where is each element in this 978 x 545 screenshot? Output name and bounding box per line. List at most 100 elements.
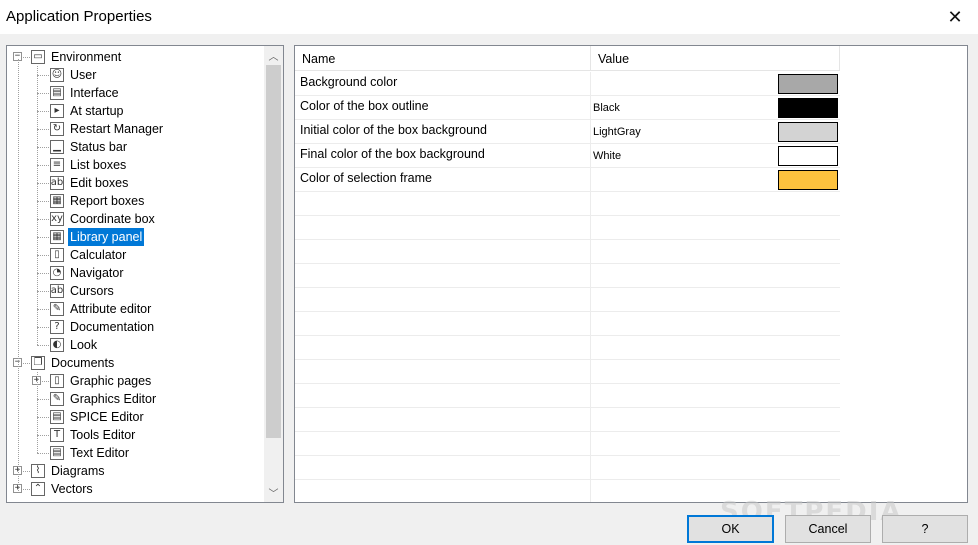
tree-item-status-bar[interactable]: ▁ Status bar [7, 138, 265, 156]
tree-item-spice-editor[interactable]: ▤ SPICE Editor [7, 408, 265, 426]
tree-item-at-startup[interactable]: ▸ At startup [7, 102, 265, 120]
tree-item-documents[interactable]: − ❐ Documents [7, 354, 265, 372]
empty-row [295, 336, 840, 360]
category-tree[interactable]: − ▭ Environment ☺ User ▤ Interface ▸ At startup ↻… [6, 45, 284, 503]
interface-icon: ▤ [50, 86, 64, 100]
restart-icon: ↻ [50, 122, 64, 136]
tree-item-graphics-editor[interactable]: ✎ Graphics Editor [7, 390, 265, 408]
user-icon: ☺ [50, 68, 64, 82]
scroll-up-icon[interactable]: ︿ [264, 47, 283, 64]
empty-row [295, 312, 840, 336]
tree-connector [37, 183, 49, 184]
empty-cell [295, 288, 591, 311]
tree-item-attribute-editor[interactable]: ✎ Attribute editor [7, 300, 265, 318]
cancel-button[interactable]: Cancel [785, 515, 871, 543]
column-header-value[interactable]: Value [591, 46, 840, 70]
property-row[interactable]: Color of selection frame [295, 168, 840, 192]
color-swatch[interactable] [778, 146, 838, 166]
property-grid[interactable]: Name Value Background color Color of the … [294, 45, 968, 503]
spice-editor-icon: ▤ [50, 410, 64, 424]
tree-item-label: SPICE Editor [70, 410, 144, 424]
tree-item-text-editor[interactable]: ▤ Text Editor [7, 444, 265, 462]
empty-row [295, 216, 840, 240]
tree-item-edit-boxes[interactable]: ab Edit boxes [7, 174, 265, 192]
color-swatch[interactable] [778, 122, 838, 142]
tree-item-label: User [70, 68, 97, 82]
tree-item-label: Documents [51, 356, 115, 370]
column-header-name[interactable]: Name [295, 46, 591, 70]
close-button[interactable]: ✕ [932, 0, 978, 34]
property-value-cell[interactable] [591, 168, 840, 191]
property-value-cell[interactable] [591, 72, 840, 95]
tools-editor-icon: T [50, 428, 64, 442]
tree-item-calculator[interactable]: ▯ Calculator [7, 246, 265, 264]
tree-connector [37, 345, 49, 346]
tree-scrollbar[interactable]: ︿ ﹀ [264, 46, 283, 502]
color-swatch[interactable] [778, 74, 838, 94]
property-row[interactable]: Final color of the box background White [295, 144, 840, 168]
tree-guide [37, 66, 38, 345]
empty-row [295, 408, 840, 432]
color-swatch[interactable] [778, 98, 838, 118]
property-value-cell[interactable]: Black [591, 96, 840, 119]
empty-cell [295, 192, 591, 215]
tree-item-graphic-pages[interactable]: + ▯ Graphic pages [7, 372, 265, 390]
empty-row [295, 264, 840, 288]
tree-item-label: Navigator [70, 266, 124, 280]
tree-item-look[interactable]: ◐ Look [7, 336, 265, 354]
ok-button[interactable]: OK [687, 515, 774, 543]
tree-item-report-boxes[interactable]: ▦ Report boxes [7, 192, 265, 210]
tree-connector [37, 309, 49, 310]
color-swatch[interactable] [778, 170, 838, 190]
window-title: Application Properties [6, 8, 152, 25]
property-row[interactable]: Color of the box outline Black [295, 96, 840, 120]
tree-item-environment[interactable]: − ▭ Environment [7, 48, 265, 66]
empty-row [295, 288, 840, 312]
property-value: White [593, 150, 622, 162]
tree-item-label: Diagrams [51, 464, 105, 478]
property-row[interactable]: Initial color of the box background Light… [295, 120, 840, 144]
tree-connector [37, 165, 49, 166]
tree-guide [37, 372, 38, 453]
property-name: Final color of the box background [295, 144, 591, 167]
tree-item-diagrams[interactable]: + ⌇ Diagrams [7, 462, 265, 480]
property-row[interactable]: Background color [295, 72, 840, 96]
vectors-icon: ⌃ [31, 482, 45, 496]
tree-item-coordinate-box[interactable]: xy Coordinate box [7, 210, 265, 228]
tree-item-documentation[interactable]: ? Documentation [7, 318, 265, 336]
calculator-icon: ▯ [50, 248, 64, 262]
tree-item-cursors[interactable]: ab Cursors [7, 282, 265, 300]
tree-item-restart-manager[interactable]: ↻ Restart Manager [7, 120, 265, 138]
tree-item-library-panel[interactable]: ▦ Library panel [7, 228, 265, 246]
help-icon: ? [50, 320, 64, 334]
look-icon: ◐ [50, 338, 64, 352]
scroll-down-icon[interactable]: ﹀ [264, 484, 283, 501]
empty-row [295, 240, 840, 264]
empty-cell [295, 240, 591, 263]
tree-item-label: Graphic pages [70, 374, 152, 388]
tree-item-vectors[interactable]: + ⌃ Vectors [7, 480, 265, 498]
tree-item-label: Tools Editor [70, 428, 136, 442]
scroll-thumb[interactable] [266, 65, 281, 438]
tree-connector [37, 75, 49, 76]
property-value-cell[interactable]: LightGray [591, 120, 840, 143]
tree-item-navigator[interactable]: ◔ Navigator [7, 264, 265, 282]
documents-icon: ❐ [31, 356, 45, 370]
empty-cell [295, 384, 591, 407]
empty-cell [295, 216, 591, 239]
tree-connector [37, 255, 49, 256]
tree-item-tools-editor[interactable]: T Tools Editor [7, 426, 265, 444]
property-value: LightGray [593, 126, 641, 138]
tree-item-user[interactable]: ☺ User [7, 66, 265, 84]
tree-item-label: Status bar [70, 140, 127, 154]
property-name: Background color [295, 72, 591, 95]
tree-connector [37, 111, 49, 112]
tree-item-interface[interactable]: ▤ Interface [7, 84, 265, 102]
tree-item-list-boxes[interactable]: ≡ List boxes [7, 156, 265, 174]
help-button[interactable]: ? [882, 515, 968, 543]
property-value-cell[interactable]: White [591, 144, 840, 167]
empty-row [295, 360, 840, 384]
tree-connector [37, 219, 49, 220]
tree-item-label: Report boxes [70, 194, 145, 208]
graphics-editor-icon: ✎ [50, 392, 64, 406]
